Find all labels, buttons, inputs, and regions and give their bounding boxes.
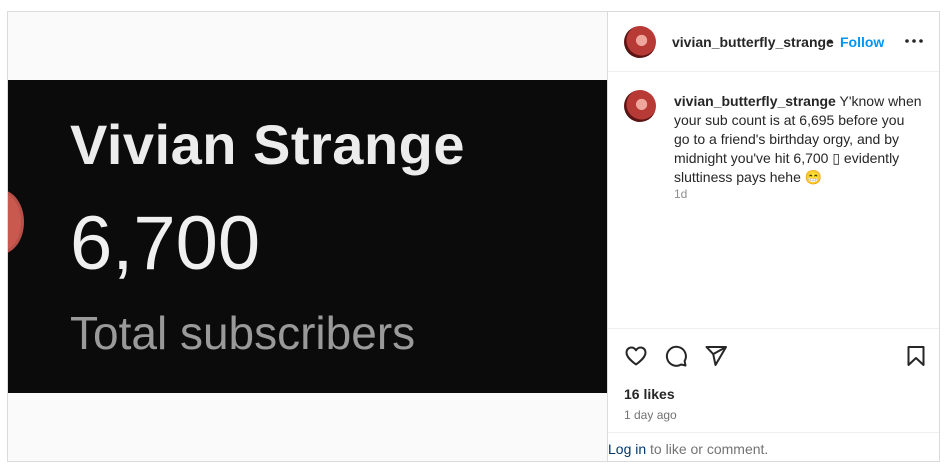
heart-icon[interactable] [624, 344, 648, 368]
channel-name: Vivian Strange [70, 113, 466, 176]
comment-avatar[interactable] [624, 90, 656, 122]
post-media[interactable]: Vivian Strange 6,700 Total subscribers [8, 12, 607, 461]
post-header: vivian_butterfly_strange • Follow [608, 12, 939, 72]
post-time[interactable]: 1 day ago [624, 408, 677, 422]
header-username[interactable]: vivian_butterfly_strange [672, 34, 834, 50]
separator-dot: • [828, 33, 833, 49]
comment-age: 1d [674, 187, 688, 201]
share-icon[interactable] [704, 344, 728, 368]
login-link[interactable]: Log in [608, 441, 646, 457]
post-container: Vivian Strange 6,700 Total subscribers v… [7, 11, 940, 462]
bookmark-icon[interactable] [904, 344, 928, 368]
subscriber-count: 6,700 [70, 201, 261, 286]
more-horizontal-icon[interactable] [904, 33, 924, 49]
comment-icon[interactable] [664, 344, 688, 368]
likes-count[interactable]: 16 likes [624, 386, 675, 402]
media-image: Vivian Strange 6,700 Total subscribers [8, 80, 607, 393]
follow-button[interactable]: Follow [840, 34, 884, 50]
subscriber-label: Total subscribers [70, 307, 416, 359]
avatar[interactable] [624, 26, 656, 58]
login-prompt-text: to like or comment. [646, 441, 769, 457]
action-bar: 16 likes 1 day ago [608, 328, 939, 446]
caption-username[interactable]: vivian_butterfly_strange [674, 93, 836, 109]
caption-text-block: vivian_butterfly_strange Y'know when you… [674, 92, 922, 187]
cropped-avatar-image [8, 190, 24, 254]
login-prompt: Log in to like or comment. [608, 432, 939, 461]
post-sidebar: vivian_butterfly_strange • Follow vivian… [607, 12, 939, 461]
